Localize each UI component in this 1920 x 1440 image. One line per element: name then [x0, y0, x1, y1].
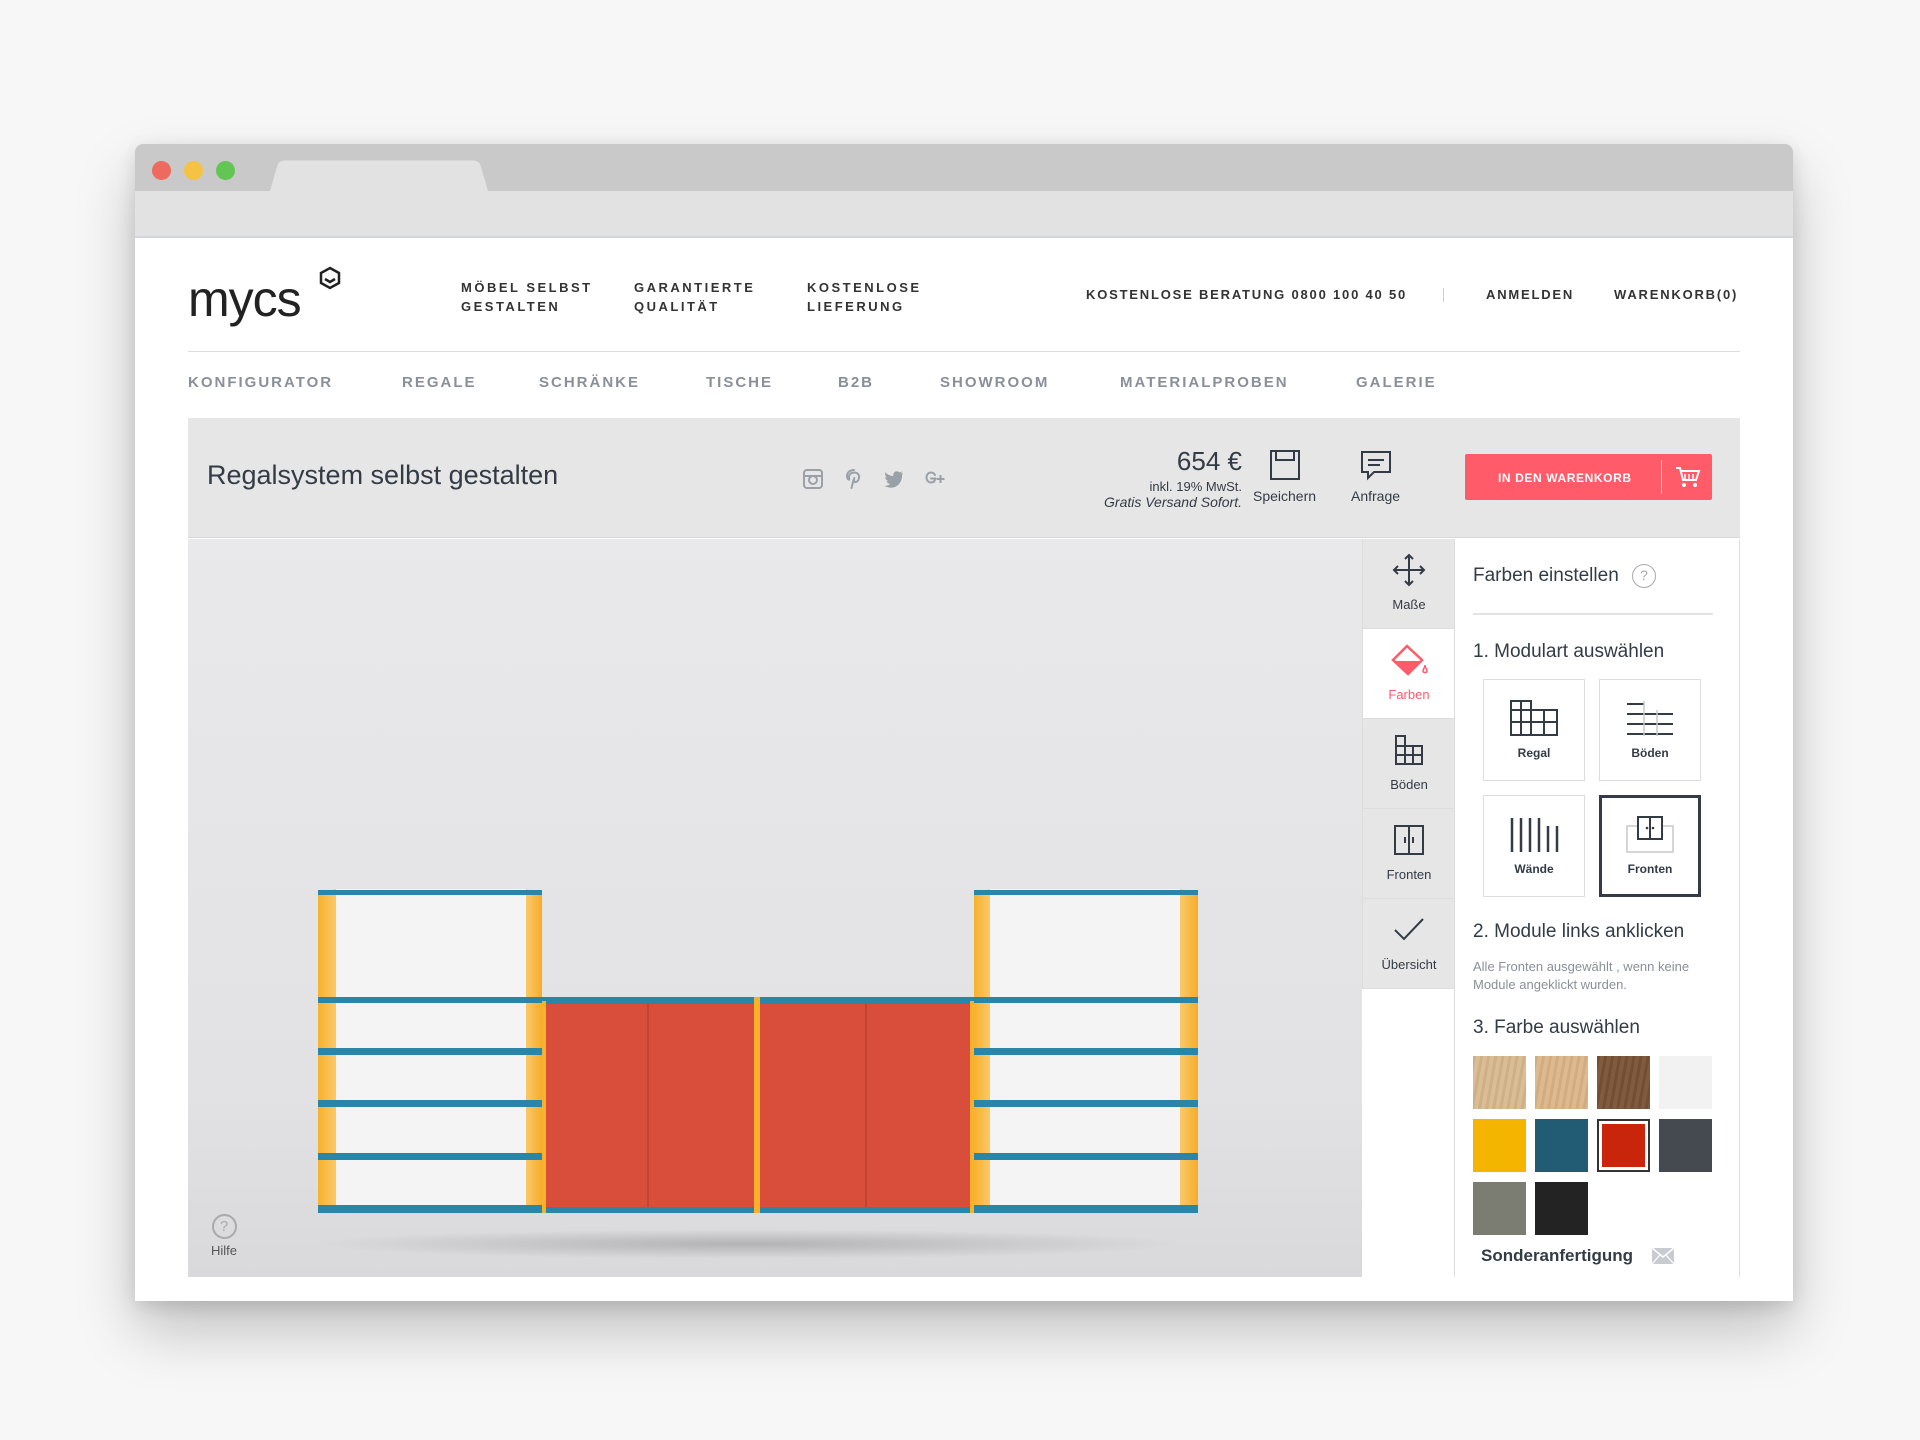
furniture-viewer[interactable]: ? Hilfe	[188, 539, 1362, 1277]
twitter-icon[interactable]	[883, 468, 905, 490]
paint-bucket-icon	[1391, 644, 1428, 676]
logo[interactable]: mycs	[188, 270, 302, 328]
product-title: Regalsystem selbst gestalten	[207, 460, 559, 490]
color-swatch[interactable]	[1659, 1119, 1712, 1172]
shelves-grid-icon	[1395, 735, 1423, 765]
help-icon: ?	[211, 1214, 237, 1239]
mainnav-showroom[interactable]: SHOWROOM	[940, 374, 1049, 391]
maximize-window-button[interactable]	[216, 161, 235, 180]
browser-tab[interactable]	[270, 160, 488, 191]
tool-sidebar: Maße Farben Böden Fronten Übersicht	[1362, 539, 1455, 989]
cabinet-doors-icon	[1394, 825, 1424, 855]
envelope-icon[interactable]	[1651, 1247, 1675, 1265]
hotline-link[interactable]: KOSTENLOSE BERATUNG 0800 100 40 50	[1086, 287, 1407, 302]
chat-bubble-icon	[1360, 451, 1391, 481]
logo-box-icon	[319, 266, 341, 290]
browser-window: mycs MÖBEL SELBST GESTALTEN GARANTIERTE QU…	[135, 144, 1793, 1301]
tool-masse[interactable]: Maße	[1363, 539, 1455, 629]
close-window-button[interactable]	[152, 161, 171, 180]
side-panel[interactable]	[754, 997, 760, 1213]
color-swatch[interactable]	[1473, 1056, 1526, 1109]
tool-uebersicht[interactable]: Übersicht	[1363, 899, 1455, 989]
step2-heading: 2. Module links anklicken	[1473, 921, 1685, 942]
mainnav-schraenke[interactable]: SCHRÄNKE	[539, 374, 640, 391]
color-swatch[interactable]	[1659, 1056, 1712, 1109]
mainnav-b2b[interactable]: B2B	[838, 374, 874, 391]
color-swatch[interactable]	[1597, 1056, 1650, 1109]
move-arrows-icon	[1392, 553, 1426, 587]
color-settings-panel: Farben einstellen ? 1. Modulart auswähle…	[1454, 539, 1740, 1277]
shelf-board[interactable]	[318, 890, 542, 895]
add-to-cart-button[interactable]: IN DEN WARENKORB	[1465, 454, 1712, 500]
module-regal[interactable]: Regal	[1483, 679, 1585, 781]
header-divider-line	[188, 351, 1740, 352]
color-swatch[interactable]	[1535, 1056, 1588, 1109]
panel-title: Farben einstellen	[1473, 565, 1619, 586]
mainnav-tische[interactable]: TISCHE	[706, 374, 773, 391]
color-swatch[interactable]	[1597, 1119, 1650, 1172]
cart-link[interactable]: WARENKORB(0)	[1614, 287, 1738, 302]
mainnav-galerie[interactable]: GALERIE	[1356, 374, 1437, 391]
tool-fronten[interactable]: Fronten	[1363, 809, 1455, 899]
price-shipping: Gratis Versand Sofort.	[1104, 494, 1242, 510]
shelf-board[interactable]	[974, 1100, 1198, 1107]
shelf-module-icon	[1510, 700, 1558, 736]
color-swatch[interactable]	[1535, 1182, 1588, 1235]
shelf-board[interactable]	[318, 1100, 542, 1107]
shelf-board[interactable]	[974, 1205, 1198, 1213]
shelf-board[interactable]	[318, 997, 542, 1003]
floors-module-icon	[1627, 701, 1673, 736]
shelf-board[interactable]	[318, 1205, 542, 1213]
product-header: Regalsystem selbst gestalten 654 € inkl.…	[188, 418, 1740, 538]
google-plus-icon[interactable]	[924, 468, 946, 490]
help-button[interactable]: ? Hilfe	[211, 1214, 237, 1258]
pinterest-icon[interactable]	[843, 468, 865, 490]
color-swatch[interactable]	[1535, 1119, 1588, 1172]
shelf-board[interactable]	[974, 1048, 1198, 1055]
browser-titlebar	[135, 144, 1793, 191]
tool-boeden[interactable]: Böden	[1363, 719, 1455, 809]
price-vat: inkl. 19% MwSt.	[1149, 479, 1242, 494]
price-block: 654 € inkl. 19% MwSt. Gratis Versand Sof…	[1104, 446, 1242, 510]
mainnav-konfigurator[interactable]: KONFIGURATOR	[188, 374, 333, 391]
module-fronten[interactable]: Fronten	[1599, 795, 1701, 897]
color-swatch[interactable]	[1473, 1182, 1526, 1235]
save-button[interactable]: Speichern	[1253, 448, 1316, 504]
step3-heading: 3. Farbe auswählen	[1473, 1017, 1640, 1038]
floppy-save-icon	[1269, 450, 1300, 480]
instagram-icon[interactable]	[802, 468, 824, 490]
panel-help-icon[interactable]: ?	[1632, 564, 1656, 588]
custom-order-link[interactable]: Sonderanfertigung	[1481, 1246, 1633, 1266]
checkmark-icon	[1394, 918, 1424, 941]
inquiry-button[interactable]: Anfrage	[1351, 448, 1400, 504]
shopping-cart-icon	[1676, 467, 1701, 487]
minimize-window-button[interactable]	[184, 161, 203, 180]
topnav-qualitaet[interactable]: GARANTIERTE QUALITÄT	[634, 278, 755, 316]
mainnav-materialproben[interactable]: MATERIALPROBEN	[1120, 374, 1289, 391]
shelf-board[interactable]	[974, 890, 1198, 895]
browser-toolbar	[135, 191, 1793, 238]
topnav-lieferung[interactable]: KOSTENLOSE LIEFERUNG	[807, 278, 922, 316]
fronts-module-icon	[1626, 816, 1674, 853]
module-boeden[interactable]: Böden	[1599, 679, 1701, 781]
walls-module-icon	[1510, 818, 1559, 852]
tool-farben[interactable]: Farben	[1363, 629, 1455, 719]
panel-divider	[1473, 613, 1713, 615]
step2-hint: Alle Fronten ausgewählt , wenn keine Mod…	[1473, 959, 1690, 992]
topnav-moebel-gestalten[interactable]: MÖBEL SELBST GESTALTEN	[461, 278, 593, 316]
login-link[interactable]: ANMELDEN	[1486, 287, 1574, 302]
shelf-board[interactable]	[318, 1153, 542, 1160]
header-divider	[1443, 288, 1444, 302]
step1-heading: 1. Modulart auswählen	[1473, 641, 1665, 662]
module-waende[interactable]: Wände	[1483, 795, 1585, 897]
shelf-board[interactable]	[318, 1048, 542, 1055]
shelf-board[interactable]	[974, 997, 1198, 1003]
shelf-render[interactable]	[188, 539, 1362, 1277]
color-swatch[interactable]	[1473, 1119, 1526, 1172]
shelf-board[interactable]	[974, 1153, 1198, 1160]
page: mycs MÖBEL SELBST GESTALTEN GARANTIERTE QU…	[135, 238, 1793, 1301]
price-amount: 654 €	[1176, 446, 1242, 476]
mainnav-regale[interactable]: REGALE	[402, 374, 477, 391]
